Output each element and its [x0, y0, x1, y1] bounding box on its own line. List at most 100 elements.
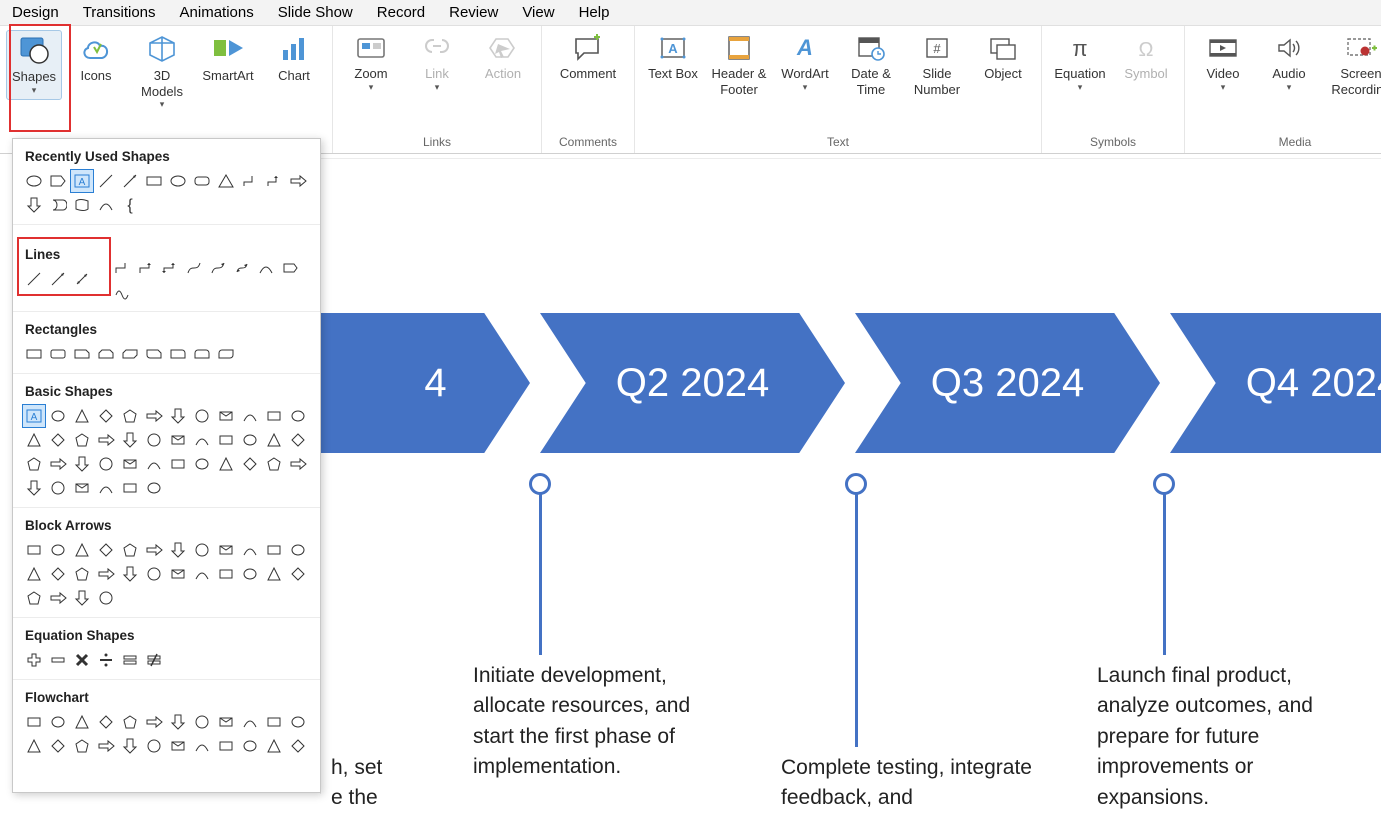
basic-shape-32-icon[interactable]: [215, 453, 237, 475]
flowchart-shape-4-icon[interactable]: [119, 711, 141, 733]
flowchart-shape-12-icon[interactable]: [23, 735, 45, 757]
basic-shape-33-icon[interactable]: [239, 453, 261, 475]
block-arrow-5-icon[interactable]: [143, 539, 165, 561]
flowchart-shape-19-icon[interactable]: [191, 735, 213, 757]
rect-round-diag-icon[interactable]: [215, 343, 237, 365]
line-plain-icon[interactable]: [23, 268, 45, 290]
rect-snip1-icon[interactable]: [71, 343, 93, 365]
shape-elbow-arrow-icon[interactable]: [263, 170, 285, 192]
flowchart-shape-13-icon[interactable]: [47, 735, 69, 757]
flowchart-shape-18-icon[interactable]: [167, 735, 189, 757]
eq-equal-icon[interactable]: [119, 649, 141, 671]
block-arrow-22-icon[interactable]: [263, 563, 285, 585]
basic-shape-40-icon[interactable]: [119, 477, 141, 499]
block-arrow-2-icon[interactable]: [71, 539, 93, 561]
flowchart-shape-20-icon[interactable]: [215, 735, 237, 757]
eq-notequal-icon[interactable]: [143, 649, 165, 671]
basic-shape-23-icon[interactable]: [287, 429, 309, 451]
block-arrow-23-icon[interactable]: [287, 563, 309, 585]
block-arrow-9-icon[interactable]: [239, 539, 261, 561]
line-freeform-icon[interactable]: [255, 257, 277, 279]
basic-shape-13-icon[interactable]: [47, 429, 69, 451]
flowchart-shape-6-icon[interactable]: [167, 711, 189, 733]
shape-oval-icon[interactable]: [23, 170, 45, 192]
audio-button[interactable]: Audio▾: [1257, 30, 1321, 96]
block-arrow-11-icon[interactable]: [287, 539, 309, 561]
slide-canvas[interactable]: 4 Q2 2024 Q3 2024 Q4 2024 h, set e the I…: [320, 158, 1381, 794]
shape-arc-icon[interactable]: [95, 194, 117, 216]
line-scribble-icon[interactable]: [279, 257, 301, 279]
flowchart-shape-16-icon[interactable]: [119, 735, 141, 757]
rect-snip2-icon[interactable]: [95, 343, 117, 365]
menu-help[interactable]: Help: [579, 4, 610, 21]
shape-pentagon-right-icon[interactable]: [47, 170, 69, 192]
basic-shape-9-icon[interactable]: [239, 405, 261, 427]
flowchart-shape-7-icon[interactable]: [191, 711, 213, 733]
action-button[interactable]: Action: [471, 30, 535, 86]
shapes-dropdown[interactable]: Recently Used Shapes A { Lines: [12, 138, 321, 793]
shape-line2-icon[interactable]: [119, 170, 141, 192]
chevron-q3[interactable]: Q3 2024: [855, 313, 1160, 453]
basic-shape-36-icon[interactable]: [23, 477, 45, 499]
basic-shape-2-icon[interactable]: [71, 405, 93, 427]
shape-roundrect-icon[interactable]: [191, 170, 213, 192]
basic-shape-38-icon[interactable]: [71, 477, 93, 499]
menu-review[interactable]: Review: [449, 4, 498, 21]
block-arrow-17-icon[interactable]: [143, 563, 165, 585]
block-arrow-16-icon[interactable]: [119, 563, 141, 585]
symbol-button[interactable]: Ω Symbol: [1114, 30, 1178, 86]
shape-arrow-right-icon[interactable]: [287, 170, 309, 192]
line-freeform-scribble-icon[interactable]: [111, 281, 133, 303]
desc-q4[interactable]: Launch final product, analyze outcomes, …: [1097, 661, 1357, 813]
flowchart-shape-21-icon[interactable]: [239, 735, 261, 757]
block-arrow-18-icon[interactable]: [167, 563, 189, 585]
menu-transitions[interactable]: Transitions: [83, 4, 156, 21]
smartart-button[interactable]: SmartArt: [196, 30, 260, 88]
menu-design[interactable]: Design: [12, 4, 59, 21]
menu-animations[interactable]: Animations: [180, 4, 254, 21]
basic-shape-30-icon[interactable]: [167, 453, 189, 475]
shape-elbow-icon[interactable]: [239, 170, 261, 192]
shape-flow-stored-icon[interactable]: [47, 194, 69, 216]
block-arrow-15-icon[interactable]: [95, 563, 117, 585]
desc-q1[interactable]: h, set e the: [331, 753, 391, 814]
chevron-q2[interactable]: Q2 2024: [540, 313, 845, 453]
block-arrow-6-icon[interactable]: [167, 539, 189, 561]
menu-record[interactable]: Record: [377, 4, 425, 21]
shape-arrow-down-icon[interactable]: [23, 194, 45, 216]
3d-models-button[interactable]: 3D Models▾: [130, 30, 194, 114]
shape-triangle-icon[interactable]: [215, 170, 237, 192]
flowchart-shape-5-icon[interactable]: [143, 711, 165, 733]
flowchart-shape-15-icon[interactable]: [95, 735, 117, 757]
eq-plus-icon[interactable]: [23, 649, 45, 671]
line-double-arrow-icon[interactable]: [71, 268, 93, 290]
block-arrow-4-icon[interactable]: [119, 539, 141, 561]
basic-shape-25-icon[interactable]: [47, 453, 69, 475]
shape-oval2-icon[interactable]: [167, 170, 189, 192]
line-elbow-icon[interactable]: [111, 257, 133, 279]
basic-shape-4-icon[interactable]: [119, 405, 141, 427]
basic-shape-20-icon[interactable]: [215, 429, 237, 451]
basic-shape-27-icon[interactable]: [95, 453, 117, 475]
basic-shape-7-icon[interactable]: [191, 405, 213, 427]
block-arrow-27-icon[interactable]: [95, 587, 117, 609]
line-elbow-arrow-icon[interactable]: [135, 257, 157, 279]
basic-shape-11-icon[interactable]: [287, 405, 309, 427]
date-time-button[interactable]: Date & Time: [839, 30, 903, 101]
chevron-q4[interactable]: Q4 2024: [1170, 313, 1381, 453]
basic-shape-28-icon[interactable]: [119, 453, 141, 475]
link-button[interactable]: Link▾: [405, 30, 469, 96]
screen-recording-button[interactable]: Screen Recording: [1323, 30, 1381, 101]
object-button[interactable]: Object: [971, 30, 1035, 86]
flowchart-shape-14-icon[interactable]: [71, 735, 93, 757]
basic-shape-12-icon[interactable]: [23, 429, 45, 451]
wordart-button[interactable]: A WordArt▾: [773, 30, 837, 96]
basic-shape-22-icon[interactable]: [263, 429, 285, 451]
rect-round1-icon[interactable]: [167, 343, 189, 365]
shape-textbox-icon[interactable]: A: [71, 170, 93, 192]
basic-shape-16-icon[interactable]: [119, 429, 141, 451]
basic-shape-3-icon[interactable]: [95, 405, 117, 427]
flowchart-shape-23-icon[interactable]: [287, 735, 309, 757]
block-arrow-10-icon[interactable]: [263, 539, 285, 561]
block-arrow-19-icon[interactable]: [191, 563, 213, 585]
